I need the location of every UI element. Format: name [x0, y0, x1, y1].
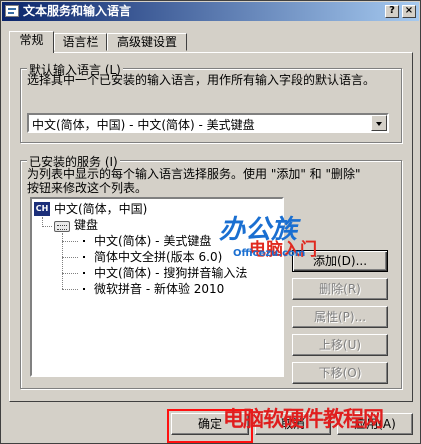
app-icon	[5, 5, 19, 17]
tree-item[interactable]: 微软拼音 - 新体验 2010	[94, 281, 224, 297]
minimize-icon[interactable]: ?	[385, 5, 399, 18]
default-language-group: 默认输入语言 (L) 选择其中一个已安装的输入语言，用作所有输入字段的默认语言。…	[20, 61, 402, 143]
default-language-select[interactable]: 中文(简体，中国) - 中文(简体) - 美式键盘	[27, 113, 389, 133]
tab-language-bar[interactable]: 语言栏	[54, 33, 107, 51]
installed-services-description-1: 为列表中显示的每个输入语言选择服务。使用 "添加" 和 "删除"	[27, 167, 361, 181]
watermark-bottom: 电脑软硬件教程网	[223, 407, 384, 431]
default-language-description: 选择其中一个已安装的输入语言，用作所有输入字段的默认语言。	[27, 73, 376, 87]
language-icon: CH	[34, 202, 50, 216]
remove-button[interactable]: 删除(R)	[292, 278, 388, 300]
tree-connector	[42, 226, 52, 227]
tree-connector	[62, 273, 78, 274]
tree-bullet	[83, 240, 85, 242]
watermark-site: Officezu.com	[233, 248, 306, 259]
window-title: 文本服务和输入语言	[23, 4, 132, 18]
tab-panel-general: 默认输入语言 (L) 选择其中一个已安装的输入语言，用作所有输入字段的默认语言。…	[9, 52, 413, 402]
default-language-value: 中文(简体，中国) - 中文(简体) - 美式键盘	[32, 118, 255, 132]
tree-item[interactable]: 中文(简体) - 搜狗拼音输入法	[94, 265, 247, 281]
tree-bullet	[83, 272, 85, 274]
tree-bullet	[83, 256, 85, 258]
tree-bullet	[83, 288, 85, 290]
close-icon[interactable]: ×	[402, 5, 416, 18]
tree-item[interactable]: 简体中文全拼(版本 6.0)	[94, 249, 222, 265]
keyboard-icon	[54, 221, 70, 232]
dialog-window: 文本服务和输入语言 ? × 常规 语言栏 高级键设置 默认输入语言 (L) 选择…	[0, 0, 421, 444]
title-bar[interactable]: 文本服务和输入语言 ? ×	[2, 2, 419, 21]
tree-language[interactable]: 中文(简体，中国)	[54, 201, 147, 217]
tree-connector	[62, 257, 78, 258]
tree-connector	[62, 289, 78, 290]
tab-general[interactable]: 常规	[9, 31, 54, 53]
move-down-button[interactable]: 下移(O)	[292, 362, 388, 384]
tab-advanced-key-settings[interactable]: 高级键设置	[107, 33, 187, 51]
dropdown-arrow-icon[interactable]	[371, 115, 387, 131]
move-up-button[interactable]: 上移(U)	[292, 334, 388, 356]
installed-services-description-2: 按钮来修改这个列表。	[27, 181, 148, 195]
tree-item[interactable]: 中文(简体) - 美式键盘	[94, 233, 211, 249]
properties-button[interactable]: 属性(P)...	[292, 306, 388, 328]
tree-connector	[62, 241, 78, 242]
tree-category-keyboard[interactable]: 键盘	[74, 217, 98, 233]
